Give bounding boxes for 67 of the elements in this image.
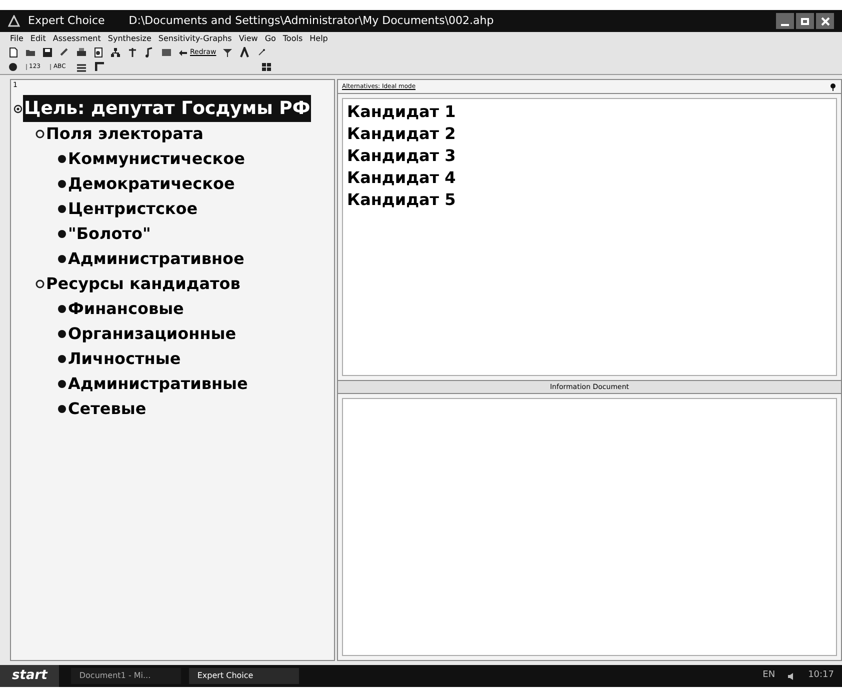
language-indicator: EN xyxy=(762,669,776,682)
menu-item[interactable]: View xyxy=(238,34,258,42)
pie-icon[interactable] xyxy=(8,62,18,72)
arrow-icon xyxy=(178,48,188,56)
alternative-item[interactable]: Кандидат 4 xyxy=(347,167,456,189)
corner-icon[interactable] xyxy=(94,62,105,72)
tree-node[interactable]: Административные xyxy=(67,372,249,396)
print-icon[interactable] xyxy=(76,47,87,58)
menu-item[interactable]: Sensitivity-Graphs xyxy=(158,34,232,42)
tree-node[interactable]: Административное xyxy=(67,246,246,270)
alternative-item[interactable]: Кандидат 1 xyxy=(347,101,456,123)
bullet-icon xyxy=(57,228,67,238)
grid-icon[interactable] xyxy=(260,62,272,72)
open-folder-icon[interactable] xyxy=(25,47,36,58)
bullet-icon xyxy=(57,254,67,264)
tree-node[interactable]: Финансовые xyxy=(67,296,185,320)
bullet-icon xyxy=(57,328,67,338)
bullet-icon xyxy=(57,154,67,164)
minimize-button[interactable] xyxy=(776,13,794,29)
clock: 10:17 xyxy=(808,669,835,682)
note-icon[interactable] xyxy=(144,47,155,58)
tree-node[interactable]: Демократическое xyxy=(67,172,236,196)
tree-node[interactable]: Коммунистическое xyxy=(67,146,246,170)
tree-node[interactable]: Цель: депутат Госдумы РФ xyxy=(23,95,312,122)
tree-node[interactable]: Центристское xyxy=(67,196,199,220)
tree-node[interactable]: Поля электората xyxy=(45,122,204,146)
close-button[interactable] xyxy=(816,13,834,29)
funnel-icon[interactable] xyxy=(222,47,234,58)
start-button[interactable]: start xyxy=(0,665,60,687)
restore-button[interactable] xyxy=(796,13,814,29)
bullet-icon xyxy=(57,304,67,314)
menu-item[interactable]: Help xyxy=(310,34,328,42)
bullet-icon xyxy=(57,378,67,388)
alternative-item[interactable]: Кандидат 3 xyxy=(347,145,456,167)
pin-icon[interactable] xyxy=(829,82,837,90)
tree-node[interactable]: Ресурсы кандидатов xyxy=(45,272,242,296)
square-icon[interactable] xyxy=(161,47,172,58)
alternative-item[interactable]: Кандидат 5 xyxy=(347,189,456,211)
menu-item[interactable]: Assessment xyxy=(52,34,101,42)
alternative-item[interactable]: Кандидат 2 xyxy=(347,123,456,145)
bullet-icon xyxy=(57,404,67,414)
close-icon xyxy=(820,16,830,26)
bullet-icon xyxy=(57,178,67,188)
menu-item[interactable]: Go xyxy=(264,34,276,42)
bullet-icon xyxy=(57,204,67,214)
tree-node[interactable]: Личностные xyxy=(67,346,182,370)
menu-item[interactable]: Tools xyxy=(282,34,303,42)
circle-icon xyxy=(35,128,45,138)
new-file-icon[interactable] xyxy=(8,47,19,58)
list-icon[interactable] xyxy=(76,62,87,72)
print-preview-icon[interactable] xyxy=(93,47,104,58)
bullet-icon xyxy=(57,354,67,364)
goal-node-icon xyxy=(13,104,23,114)
taskbar-button[interactable]: Expert Choice xyxy=(189,668,300,684)
tree-node[interactable]: Сетевые xyxy=(67,396,148,420)
menu-item[interactable]: Synthesize xyxy=(108,34,152,42)
menu-item[interactable]: Edit xyxy=(30,34,46,42)
app-logo-icon xyxy=(8,15,20,27)
tree-node[interactable]: "Болото" xyxy=(67,222,152,246)
hierarchy-icon[interactable] xyxy=(110,47,121,58)
circle-icon xyxy=(35,278,45,288)
app-title: Expert Choice xyxy=(28,12,105,29)
taskbar-button[interactable]: Document1 - Mi... xyxy=(71,668,182,684)
save-icon[interactable] xyxy=(42,47,53,58)
menu-item[interactable]: File xyxy=(10,34,24,42)
file-path: D:\Documents and Settings\Administrator\My Documents\002.ahp xyxy=(128,12,494,29)
tree-node[interactable]: Организационные xyxy=(67,322,238,346)
